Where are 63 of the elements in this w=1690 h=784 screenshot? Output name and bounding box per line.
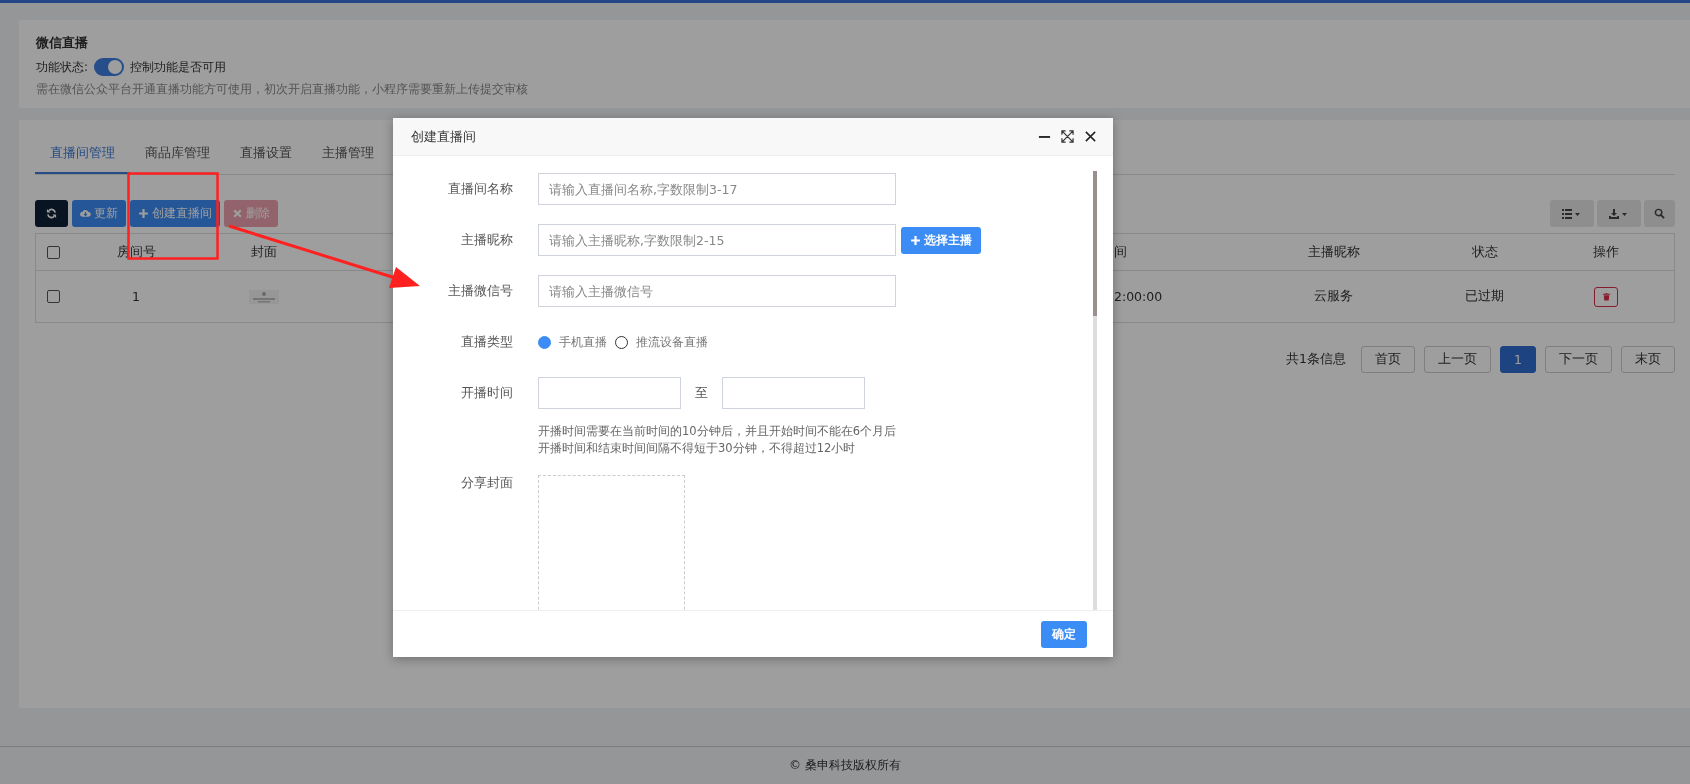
table-cell: 2:00:00 <box>1114 289 1163 304</box>
field-label: 直播类型 <box>460 333 513 351</box>
select-anchor-button[interactable]: 选择主播 <box>901 226 981 254</box>
search-button[interactable] <box>1644 200 1675 227</box>
cloud-download-icon <box>80 208 91 219</box>
refresh-icon <box>46 208 57 219</box>
list-caret-icon <box>1562 208 1582 219</box>
column-header: 封面 <box>250 243 277 261</box>
download-caret-icon <box>1609 208 1629 219</box>
column-header: 操作 <box>1593 243 1619 261</box>
field-label: 主播昵称 <box>460 231 513 249</box>
dialog-title: 创建直播间 <box>411 127 476 146</box>
plus-icon <box>910 234 921 246</box>
hint-text: 开播时间和结束时间间隔不得短于30分钟，不得超过12小时 <box>538 440 857 457</box>
page-button[interactable]: 首页 <box>1361 346 1416 373</box>
columns-dropdown[interactable] <box>1550 200 1594 227</box>
refresh-button[interactable] <box>35 200 68 227</box>
search-icon <box>1654 208 1665 219</box>
input-field[interactable]: 请输入主播昵称,字数限制2-15 <box>538 224 896 256</box>
export-dropdown[interactable] <box>1597 200 1641 227</box>
radio-label: 手机直播 <box>559 333 607 351</box>
radio-button[interactable] <box>538 335 551 349</box>
start-time-field[interactable] <box>538 377 681 409</box>
field-label: 开播时间 <box>460 384 513 402</box>
record-count: 共1条信息 <box>1286 351 1347 368</box>
input-field[interactable]: 请输入直播间名称,字数限制3-17 <box>538 173 896 205</box>
select-all-checkbox[interactable] <box>47 245 60 259</box>
row-checkbox[interactable] <box>47 290 60 303</box>
end-time-field[interactable] <box>722 377 865 409</box>
column-header: 状态 <box>1471 243 1498 261</box>
trash-icon <box>1601 292 1611 301</box>
radio-label: 推流设备直播 <box>636 333 708 351</box>
plus-icon <box>138 208 149 219</box>
table-cell: 云服务 <box>1314 288 1353 305</box>
copyright-text: © 桑申科技版权所有 <box>789 757 901 774</box>
table-cell: 1 <box>132 289 140 304</box>
page-button[interactable]: 末页 <box>1621 346 1675 373</box>
field-label: 分享封面 <box>460 475 513 492</box>
range-separator: 至 <box>695 384 708 402</box>
toggle-switch[interactable] <box>94 58 125 76</box>
toggle-hint: 控制功能是否可用 <box>130 58 227 76</box>
field-label: 主播微信号 <box>447 282 513 300</box>
table-cell: 已过期 <box>1465 288 1504 305</box>
status-label: 功能状态: <box>36 58 89 76</box>
column-header: 主播昵称 <box>1307 243 1360 261</box>
hint-text: 开播时间需要在当前时间的10分钟后，并且开始时间不能在6个月后 <box>538 423 897 440</box>
tab[interactable]: 主播管理 <box>307 138 389 174</box>
tab[interactable]: 直播设置 <box>225 138 307 174</box>
delete-button[interactable] <box>1594 286 1618 307</box>
tab[interactable]: 直播间管理 <box>35 138 130 174</box>
page-button[interactable]: 下一页 <box>1545 346 1612 373</box>
field-label: 直播间名称 <box>447 180 513 198</box>
close-icon[interactable] <box>1084 130 1097 143</box>
column-header: 间 <box>1114 243 1127 261</box>
maximize-icon[interactable] <box>1061 130 1074 143</box>
tab[interactable]: 商品库管理 <box>130 138 225 174</box>
confirm-button[interactable]: 确定 <box>1041 620 1087 648</box>
page-button[interactable]: 1 <box>1500 346 1536 373</box>
update-button[interactable]: 更新 <box>72 200 126 227</box>
section-title: 微信直播 <box>36 34 89 52</box>
input-field[interactable]: 请输入主播微信号 <box>538 275 896 307</box>
page-button[interactable]: 上一页 <box>1424 346 1492 373</box>
create-button[interactable]: 创建直播间 <box>130 200 220 227</box>
